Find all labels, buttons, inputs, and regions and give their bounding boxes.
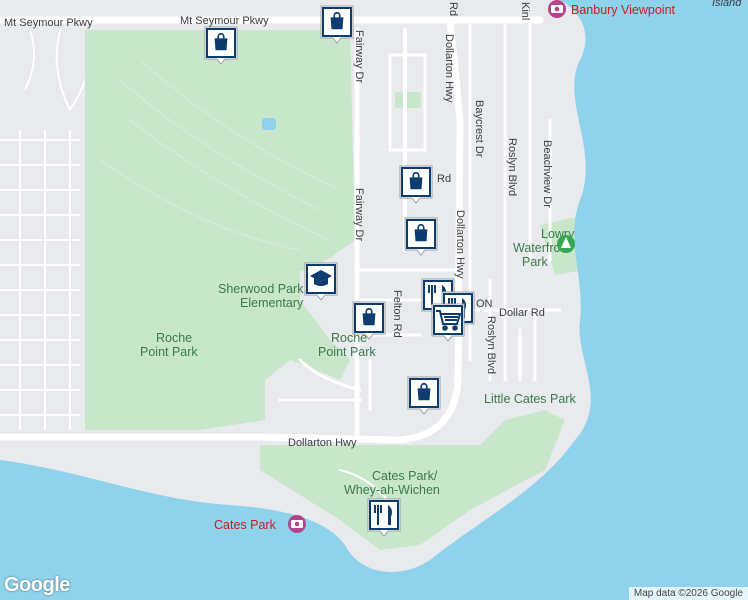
label-sherwood-park-elementary-2: Elementary (240, 296, 304, 310)
label-dollarton-hwy-mid: Dollarton Hwy (454, 210, 466, 279)
label-felton-rd: Felton Rd (391, 290, 403, 338)
label-lowry-3: Park (522, 255, 548, 269)
marker-grocery-1[interactable] (431, 303, 465, 342)
label-roslyn-blvd-bottom: Roslyn Blvd (485, 316, 497, 374)
marker-shopping-4[interactable] (404, 217, 438, 256)
marker-shopping-6[interactable] (407, 376, 441, 415)
label-cates-park: Cates Park (214, 518, 277, 532)
label-little-cates-park: Little Cates Park (484, 392, 576, 406)
marker-shopping-1[interactable] (320, 5, 354, 44)
label-sherwood-park-elementary-1: Sherwood Park (218, 282, 304, 296)
label-fairway-dr-mid: Fairway Dr (353, 188, 365, 242)
google-logo[interactable]: Google (4, 574, 70, 597)
label-mt-seymour-pkwy-left: Mt Seymour Pkwy (4, 17, 93, 29)
label-rd-fragment-top: Rd (447, 2, 459, 16)
label-roslyn-blvd-top: Roslyn Blvd (506, 138, 518, 196)
label-roche-point-park-east-2: Point Park (318, 345, 376, 359)
label-baycrest-dr: Baycrest Dr (473, 100, 485, 158)
label-roche-point-park-west-2: Point Park (140, 345, 198, 359)
label-cates-park-whey-ah-wichen-1: Cates Park/ (372, 469, 438, 483)
label-roche-point-park-west-1: Roche (156, 331, 192, 345)
marker-shopping-5[interactable] (352, 301, 386, 340)
park-patch-1 (395, 92, 421, 108)
map-attribution[interactable]: Map data ©2026 Google (628, 587, 748, 600)
label-cates-park-whey-ah-wichen-2: Whey-ah-Wichen (344, 483, 440, 497)
map-canvas[interactable]: Mt Seymour Pkwy Mt Seymour Pkwy Fairway … (0, 0, 748, 600)
label-banbury-viewpoint: Banbury Viewpoint (571, 3, 676, 17)
pond (262, 118, 276, 130)
marker-restaurant-3[interactable] (367, 498, 401, 537)
label-beachview-dr: Beachview Dr (541, 140, 553, 208)
label-mt-seymour-pkwy-center: Mt Seymour Pkwy (180, 15, 269, 27)
marker-school-1[interactable] (304, 262, 338, 301)
label-dollarton-hwy-top: Dollarton Hwy (443, 34, 455, 103)
label-dollar-rd: Dollar Rd (499, 307, 545, 319)
label-dollarton-hwy-bottom: Dollarton Hwy (288, 437, 357, 449)
label-fairway-dr-top: Fairway Dr (353, 30, 365, 84)
poi-cates-park[interactable]: Cates Park (214, 515, 306, 533)
marker-shopping-2[interactable] (204, 26, 238, 65)
label-kinl-fragment: Kinl (519, 2, 531, 20)
label-rd-fragment: Rd (437, 173, 451, 185)
label-island-fragment: Island (712, 0, 742, 9)
marker-shopping-3[interactable] (399, 165, 433, 204)
label-on-fragment: ON (476, 298, 493, 310)
